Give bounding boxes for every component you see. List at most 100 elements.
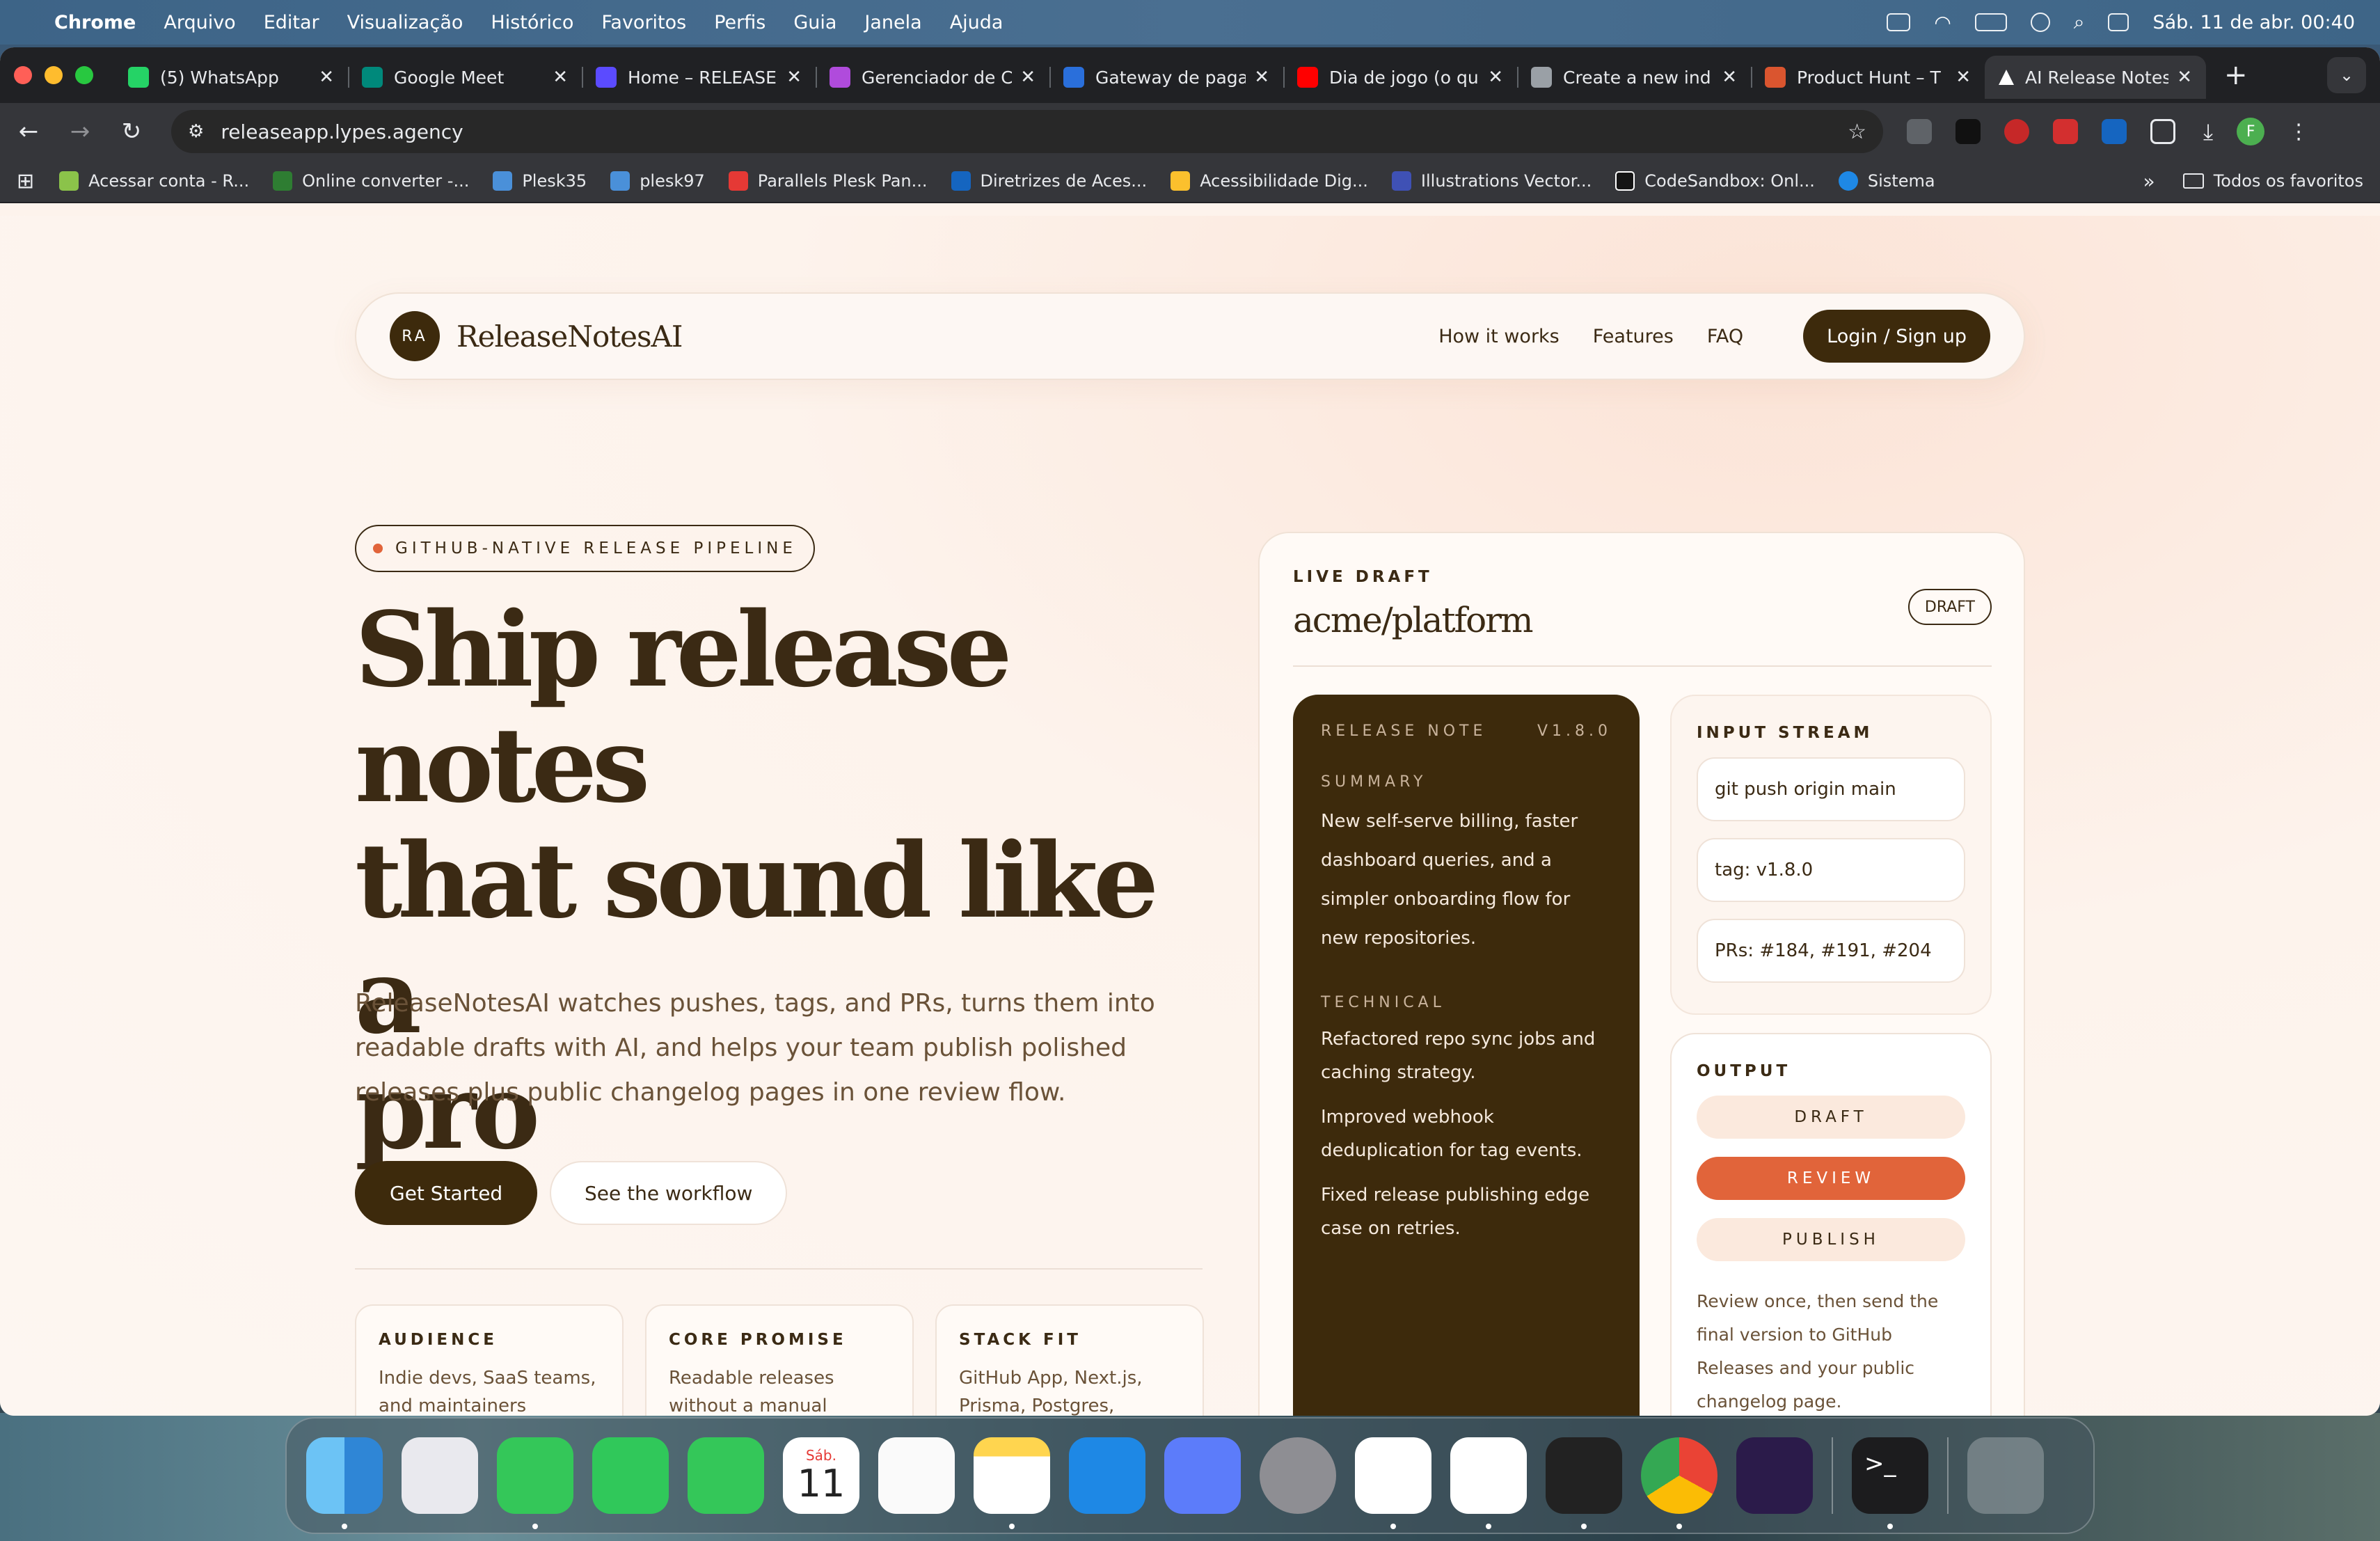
bookmark-item[interactable]: plesk97: [610, 171, 705, 191]
tab-whatsapp[interactable]: (5) WhatsApp ✕: [114, 56, 348, 99]
tab-gateway[interactable]: Gateway de paga ✕: [1049, 56, 1283, 99]
logo-badge[interactable]: RA: [390, 311, 440, 361]
menu-app-name[interactable]: Chrome: [54, 12, 136, 33]
tab-home-release[interactable]: Home – RELEASE ✕: [582, 56, 816, 99]
apps-grid-icon[interactable]: ⊞: [17, 169, 34, 193]
new-tab-button[interactable]: +: [2224, 59, 2248, 91]
tab-create-index[interactable]: Create a new ind ✕: [1517, 56, 1751, 99]
launchpad-icon[interactable]: [402, 1437, 478, 1514]
bookmark-favicon-icon: [1838, 171, 1858, 191]
system-settings-icon[interactable]: [1260, 1437, 1336, 1514]
media-play-icon[interactable]: [2030, 13, 2050, 32]
messages-icon[interactable]: [497, 1437, 573, 1529]
download-icon[interactable]: ⤓: [2203, 118, 2213, 145]
colorpicker-extension-icon[interactable]: [2053, 119, 2078, 144]
back-icon[interactable]: ←: [17, 118, 40, 145]
extensions-puzzle-icon[interactable]: [2150, 119, 2175, 144]
running-indicator: [532, 1524, 538, 1529]
cwv-extension-icon[interactable]: [1955, 119, 1981, 144]
spotlight-search-icon[interactable]: ⌕: [2074, 10, 2085, 34]
tab-ai-release-notes[interactable]: AI Release Notes ✕: [1985, 56, 2206, 99]
finder-icon[interactable]: [306, 1437, 383, 1529]
close-tab-icon[interactable]: ✕: [786, 67, 802, 88]
profile-avatar[interactable]: F: [2237, 118, 2265, 145]
tab-youtube[interactable]: Dia de jogo (o qu ✕: [1283, 56, 1517, 99]
notes-icon[interactable]: [974, 1437, 1050, 1529]
bookmark-item[interactable]: Parallels Plesk Pan...: [728, 171, 928, 191]
nav-how-it-works[interactable]: How it works: [1438, 326, 1560, 347]
close-tab-icon[interactable]: ✕: [1488, 67, 1503, 88]
tab-google-meet[interactable]: Google Meet ✕: [348, 56, 582, 99]
reload-icon[interactable]: ↻: [120, 118, 143, 145]
dock-separator: [1947, 1437, 1949, 1514]
chevron-double-right-icon[interactable]: »: [2143, 170, 2155, 193]
forward-icon[interactable]: →: [68, 118, 92, 145]
vscode-icon[interactable]: [1355, 1437, 1431, 1529]
logo-text[interactable]: ReleaseNotesAI: [457, 319, 683, 354]
more-menu-icon[interactable]: ⋮: [2288, 120, 2309, 144]
see-workflow-button[interactable]: See the workflow: [550, 1161, 788, 1225]
battery-icon[interactable]: [1974, 13, 2007, 31]
bookmark-item[interactable]: Acessar conta - R...: [59, 171, 249, 191]
all-bookmarks-folder[interactable]: Todos os favoritos: [2182, 171, 2363, 191]
close-tab-icon[interactable]: ✕: [319, 67, 334, 88]
menu-item-profiles[interactable]: Perfis: [714, 12, 765, 33]
trash-icon[interactable]: [1967, 1437, 2044, 1514]
site-settings-icon[interactable]: ⚙: [188, 121, 204, 142]
bookmark-item[interactable]: Sistema: [1838, 171, 1935, 191]
nav-faq[interactable]: FAQ: [1707, 326, 1743, 347]
bookmark-item[interactable]: Plesk35: [493, 171, 587, 191]
bookmark-item[interactable]: Illustrations Vector...: [1391, 171, 1592, 191]
slack-icon[interactable]: [1450, 1437, 1527, 1529]
close-tab-icon[interactable]: ✕: [1254, 67, 1269, 88]
bookmark-item[interactable]: CodeSandbox: Onl...: [1615, 171, 1815, 191]
close-window-button[interactable]: [14, 66, 32, 84]
zoom-window-button[interactable]: [75, 66, 93, 84]
menu-item-edit[interactable]: Editar: [264, 12, 319, 33]
phone-icon[interactable]: [688, 1437, 764, 1514]
close-tab-icon[interactable]: ✕: [2177, 67, 2192, 88]
wifi-icon[interactable]: ◠: [1934, 11, 1951, 34]
control-center-icon[interactable]: [2108, 13, 2129, 31]
status-app-icon[interactable]: [1887, 13, 1911, 31]
get-started-button[interactable]: Get Started: [355, 1161, 538, 1225]
menu-item-history[interactable]: Histórico: [491, 12, 573, 33]
close-tab-icon[interactable]: ✕: [1955, 67, 1971, 88]
bookmark-star-icon[interactable]: ☆: [1848, 120, 1866, 144]
chrome-icon[interactable]: [1641, 1437, 1717, 1529]
close-tab-icon[interactable]: ✕: [1722, 67, 1737, 88]
app-store-icon[interactable]: [1069, 1437, 1145, 1514]
tab-search-button[interactable]: ⌄: [2327, 57, 2366, 93]
menu-item-file[interactable]: Arquivo: [164, 12, 235, 33]
bookmark-label: Acessar conta - R...: [88, 171, 250, 191]
facetime-icon[interactable]: [592, 1437, 669, 1514]
bookmark-item[interactable]: Online converter -...: [273, 171, 469, 191]
menu-item-tab[interactable]: Guia: [793, 12, 836, 33]
menu-item-view[interactable]: Visualização: [347, 12, 463, 33]
tab-product-hunt[interactable]: Product Hunt – T ✕: [1751, 56, 1985, 99]
tab-gerenciador[interactable]: Gerenciador de C ✕: [816, 56, 1049, 99]
calendar-icon[interactable]: Sáb. 11: [783, 1437, 859, 1514]
terminal-icon[interactable]: >_: [1852, 1437, 1928, 1529]
simulator-icon[interactable]: [1164, 1437, 1241, 1514]
address-bar[interactable]: ⚙ releaseapp.lypes.agency ☆: [171, 110, 1883, 153]
camera-extension-icon[interactable]: [1907, 119, 1932, 144]
close-tab-icon[interactable]: ✕: [553, 67, 568, 88]
obsidian-icon[interactable]: [1736, 1437, 1813, 1514]
minimize-window-button[interactable]: [45, 66, 63, 84]
t-extension-icon[interactable]: [2102, 119, 2127, 144]
close-tab-icon[interactable]: ✕: [1020, 67, 1036, 88]
site-favicon-icon: [1063, 67, 1084, 88]
reminders-icon[interactable]: [878, 1437, 955, 1514]
bookmark-item[interactable]: Diretrizes de Aces...: [951, 171, 1147, 191]
cursor-icon[interactable]: [1546, 1437, 1622, 1529]
menu-item-bookmarks[interactable]: Favoritos: [601, 12, 686, 33]
menu-item-window[interactable]: Janela: [864, 12, 921, 33]
login-signup-button[interactable]: Login / Sign up: [1803, 310, 1990, 363]
menu-clock[interactable]: Sáb. 11 de abr. 00:40: [2152, 12, 2355, 33]
menu-item-help[interactable]: Ajuda: [950, 12, 1003, 33]
s-extension-icon[interactable]: [2004, 119, 2029, 144]
address-url[interactable]: releaseapp.lypes.agency: [221, 120, 463, 143]
nav-features[interactable]: Features: [1593, 326, 1674, 347]
bookmark-item[interactable]: Acessibilidade Dig...: [1171, 171, 1368, 191]
